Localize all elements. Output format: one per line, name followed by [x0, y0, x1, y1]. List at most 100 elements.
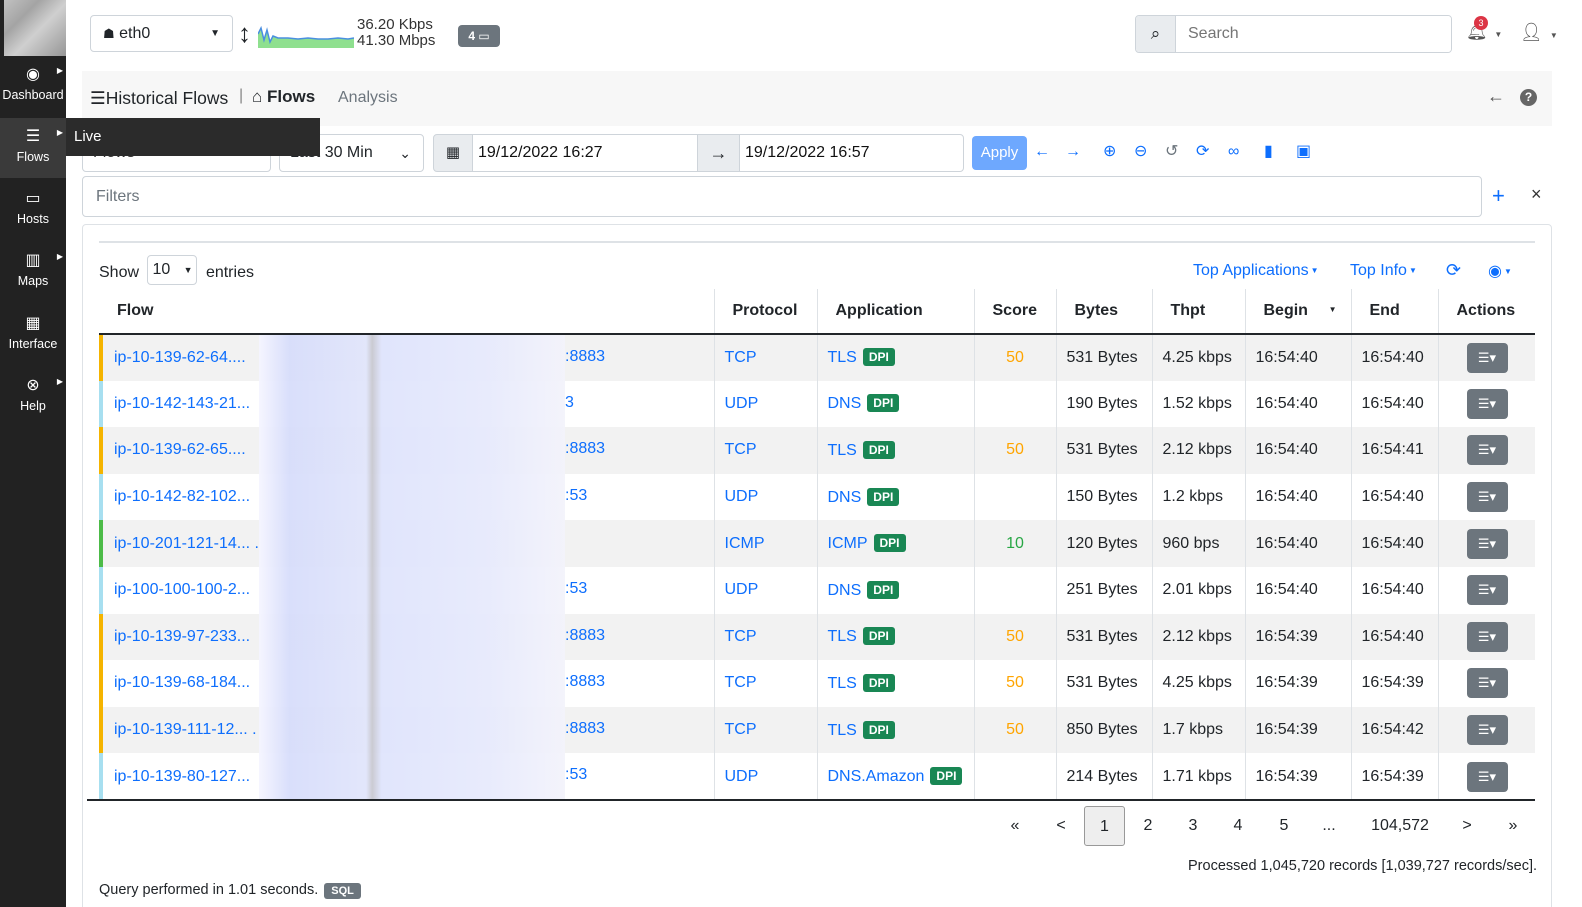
protocol-link[interactable]: TCP	[725, 721, 757, 738]
application-link[interactable]: TLS	[828, 722, 857, 739]
protocol-link[interactable]: ICMP	[725, 535, 765, 552]
arrow-right-icon[interactable]: →	[1065, 142, 1081, 162]
snapshot-icon[interactable]: ▣	[1296, 142, 1311, 162]
column-header-application[interactable]: Application	[817, 289, 975, 335]
server-port-link[interactable]: 3	[565, 394, 574, 412]
column-header-begin[interactable]: Begin ▼	[1245, 289, 1352, 335]
arrow-left-icon[interactable]: ←	[1034, 142, 1050, 162]
page-1[interactable]: 1	[1084, 806, 1125, 846]
application-link[interactable]: DNS	[828, 582, 862, 599]
row-actions-button[interactable]: ☰▾	[1466, 528, 1508, 559]
row-actions-button[interactable]: ☰▾	[1466, 761, 1508, 792]
flow-link[interactable]: ip-10-139-111-12... .	[114, 721, 257, 738]
top-applications-dropdown[interactable]: Top Applications ▼	[1193, 262, 1319, 280]
columns-visibility-button[interactable]: ◉ ▼	[1488, 261, 1512, 281]
file-icon[interactable]: ▮	[1264, 142, 1273, 162]
page-first[interactable]: «	[998, 806, 1032, 846]
protocol-link[interactable]: UDP	[725, 581, 759, 598]
protocol-link[interactable]: UDP	[725, 488, 759, 505]
page-3[interactable]: 3	[1176, 806, 1210, 846]
protocol-link[interactable]: UDP	[725, 395, 759, 412]
server-port-link[interactable]: :53	[565, 766, 587, 784]
column-header-thpt[interactable]: Thpt	[1152, 289, 1246, 335]
page-last-number[interactable]: 104,572	[1360, 806, 1440, 846]
row-actions-button[interactable]: ☰▾	[1466, 668, 1508, 699]
application-link[interactable]: TLS	[828, 349, 857, 366]
page-prev[interactable]: <	[1044, 806, 1078, 846]
application-link[interactable]: DNS	[828, 489, 862, 506]
end-date-input[interactable]: 19/12/2022 16:57	[739, 134, 964, 172]
flow-link[interactable]: ip-100-100-100-2...	[114, 581, 250, 598]
row-actions-button[interactable]: ☰▾	[1466, 342, 1508, 373]
apply-button[interactable]: Apply	[972, 136, 1027, 170]
page-last[interactable]: »	[1496, 806, 1530, 846]
link-icon[interactable]: ∞	[1228, 142, 1239, 162]
sql-badge[interactable]: SQL	[324, 883, 361, 899]
interface-select[interactable]: ☗ eth0 ▼	[90, 15, 233, 52]
column-header-flow[interactable]: Flow	[99, 289, 715, 335]
logo[interactable]	[4, 0, 66, 56]
column-header-score[interactable]: Score	[974, 289, 1057, 335]
server-port-link[interactable]: :8883	[565, 720, 605, 738]
page-5[interactable]: 5	[1267, 806, 1301, 846]
search-icon[interactable]: ⌕	[1136, 16, 1176, 52]
flows-submenu-live[interactable]: Live	[66, 118, 320, 156]
server-port-link[interactable]: :8883	[565, 348, 605, 366]
zoom-out-icon[interactable]: ⊖	[1134, 142, 1147, 162]
back-arrow-icon[interactable]: ←	[1487, 86, 1505, 107]
devices-badge[interactable]: 4 ▭	[458, 25, 500, 47]
server-port-link[interactable]: :8883	[565, 627, 605, 645]
sidebar-item-hosts[interactable]: ▭ Hosts	[0, 180, 66, 240]
search-input[interactable]	[1176, 16, 1451, 52]
flow-link[interactable]: ip-10-139-97-233...	[114, 628, 250, 645]
refresh-icon[interactable]: ⟳	[1196, 142, 1209, 162]
row-actions-button[interactable]: ☰▾	[1466, 482, 1508, 513]
protocol-link[interactable]: TCP	[725, 349, 757, 366]
flow-link[interactable]: ip-10-139-80-127...	[114, 768, 250, 785]
row-actions-button[interactable]: ☰▾	[1466, 388, 1508, 419]
protocol-link[interactable]: UDP	[725, 768, 759, 785]
tab-analysis[interactable]: Analysis	[338, 89, 398, 107]
column-header-bytes[interactable]: Bytes	[1056, 289, 1153, 335]
sidebar-item-maps[interactable]: ▥ Maps ▶	[0, 242, 66, 302]
server-port-link[interactable]: :8883	[565, 673, 605, 691]
column-header-protocol[interactable]: Protocol	[714, 289, 818, 335]
notifications-button[interactable]: 🔔︎ 3 ▼	[1466, 16, 1502, 42]
row-actions-button[interactable]: ☰▾	[1466, 621, 1508, 652]
page-2[interactable]: 2	[1131, 806, 1165, 846]
sidebar-item-dashboard[interactable]: ◉ Dashboard ▶	[0, 56, 66, 116]
sidebar-item-flows[interactable]: ☰ Flows ▶	[0, 118, 66, 178]
row-actions-button[interactable]: ☰▾	[1466, 435, 1508, 466]
help-icon[interactable]: ?	[1520, 89, 1537, 106]
row-actions-button[interactable]: ☰▾	[1466, 575, 1508, 606]
flow-link[interactable]: ip-10-139-62-64....	[114, 349, 246, 366]
page-next[interactable]: >	[1450, 806, 1484, 846]
application-link[interactable]: DNS	[828, 395, 862, 412]
row-actions-button[interactable]: ☰▾	[1466, 715, 1508, 746]
zoom-in-icon[interactable]: ⊕	[1103, 142, 1116, 162]
calendar-icon[interactable]: ▦	[433, 134, 473, 172]
begin-date-input[interactable]: 19/12/2022 16:27	[472, 134, 698, 172]
application-link[interactable]: TLS	[828, 442, 857, 459]
application-link[interactable]: DNS.Amazon	[828, 768, 925, 785]
flow-link[interactable]: ip-10-142-82-102...	[114, 488, 250, 505]
add-filter-icon[interactable]: +	[1492, 183, 1505, 209]
filters-input[interactable]: Filters	[82, 176, 1482, 217]
page-4[interactable]: 4	[1221, 806, 1255, 846]
tab-flows[interactable]: ⌂ Flows	[252, 87, 315, 107]
column-header-end[interactable]: End	[1351, 289, 1439, 335]
server-port-link[interactable]: :53	[565, 580, 587, 598]
clear-filters-icon[interactable]: ×	[1531, 184, 1542, 205]
sidebar-item-help[interactable]: ⊗ Help ▶	[0, 367, 66, 427]
server-port-link[interactable]: :8883	[565, 440, 605, 458]
protocol-link[interactable]: TCP	[725, 628, 757, 645]
undo-icon[interactable]: ↺	[1165, 142, 1178, 162]
flow-link[interactable]: ip-10-142-143-21...	[114, 395, 250, 412]
application-link[interactable]: ICMP	[828, 535, 868, 552]
flow-link[interactable]: ip-10-201-121-14... .	[114, 535, 259, 552]
column-header-actions[interactable]: Actions	[1438, 289, 1535, 335]
sidebar-item-interface[interactable]: ▦ Interface	[0, 305, 66, 365]
protocol-link[interactable]: TCP	[725, 674, 757, 691]
bars-icon[interactable]: ☰	[90, 88, 106, 108]
server-port-link[interactable]: :53	[565, 487, 587, 505]
